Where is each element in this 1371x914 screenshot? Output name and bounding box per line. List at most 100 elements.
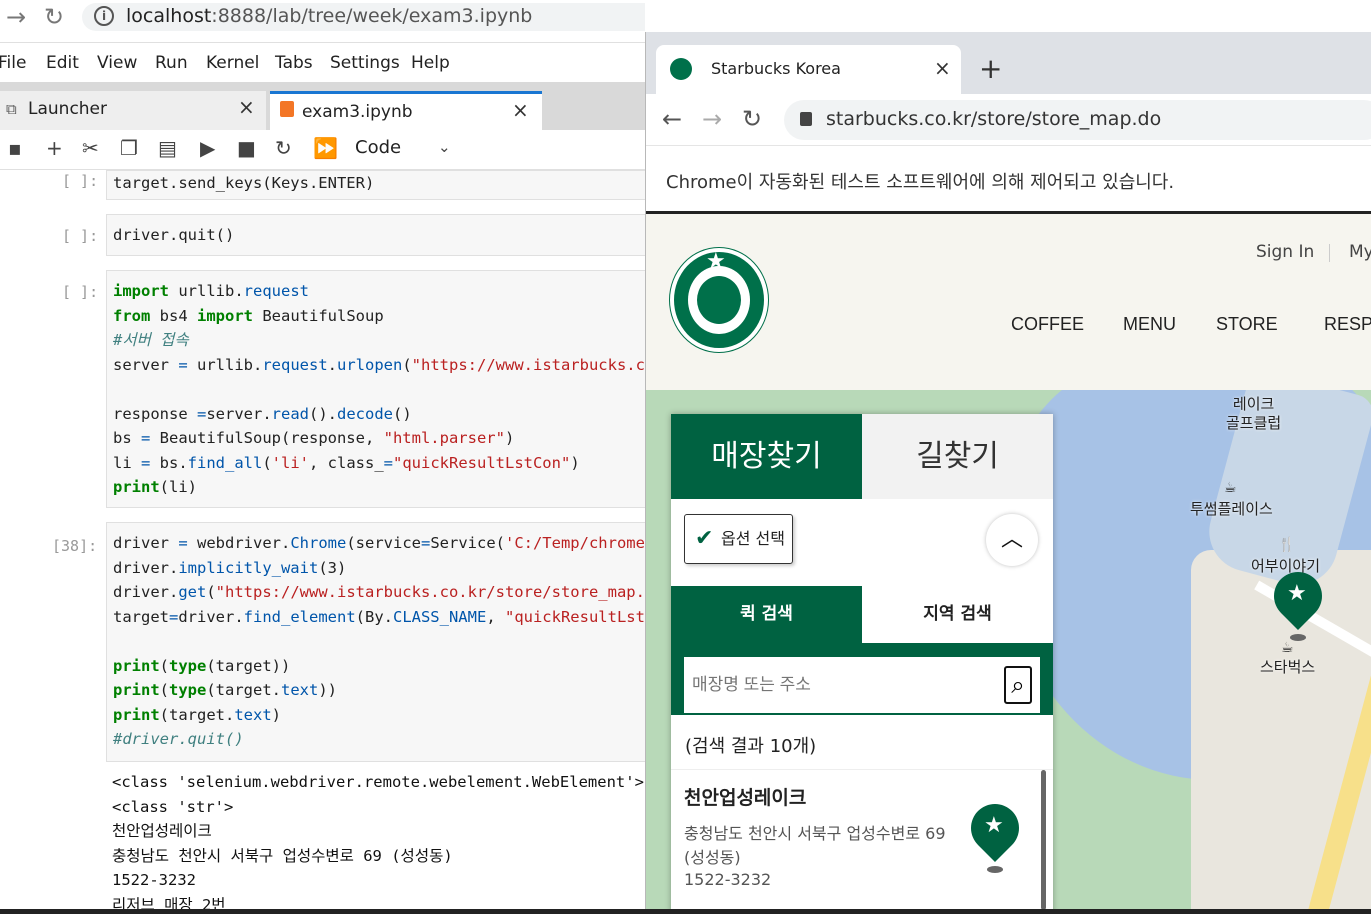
back-icon[interactable]: ← (662, 105, 682, 133)
taskbar-edge (0, 909, 1371, 914)
jupyter-tabbar: ⧉ Launcher × exam3.ipynb × (0, 82, 645, 130)
menu-settings[interactable]: Settings (330, 53, 400, 73)
output-line: <class 'str'> (112, 797, 234, 816)
store-phone: 1522-3232 (684, 870, 772, 889)
nav-resp[interactable]: RESP (1324, 314, 1371, 335)
left-url-field[interactable]: i localhost:8888/lab/tree/week/exam3.ipy… (82, 3, 645, 31)
lock-icon (800, 112, 812, 126)
tab-title: Starbucks Korea (711, 59, 841, 78)
divider (1329, 244, 1330, 262)
starbucks-favicon-icon (670, 58, 692, 80)
menu-help[interactable]: Help (411, 53, 450, 73)
cell-prompt: [ ]: (62, 283, 99, 301)
paste-icon[interactable]: ▤ (158, 136, 177, 160)
map-label-twosome: 투썸플레이스 (1190, 500, 1273, 518)
notebook-cells: [ ]: target.send_keys(Keys.ENTER) [ ]: d… (0, 170, 645, 914)
nav-coffee[interactable]: COFFEE (1011, 314, 1084, 335)
cell-type-select[interactable]: Code (355, 137, 401, 158)
tab-launcher[interactable]: ⧉ Launcher × (0, 91, 266, 130)
nav-menu[interactable]: MENU (1123, 314, 1176, 335)
menu-view[interactable]: View (97, 53, 137, 73)
chrome-url: starbucks.co.kr/store/store_map.do (826, 108, 1162, 130)
tab-find-store[interactable]: 매장찾기 (671, 414, 862, 499)
cell-output: <class 'selenium.webdriver.remote.webele… (112, 770, 644, 914)
chevron-down-icon[interactable]: ⌄ (438, 138, 451, 156)
tab-quick-search[interactable]: 퀵 검색 (671, 586, 862, 643)
my-link[interactable]: My (1349, 242, 1371, 262)
launcher-icon: ⧉ (6, 100, 17, 118)
starbucks-page: ★ Sign In My COFFEE MENU STORE RESP 레이크 … (646, 214, 1371, 914)
nav-store[interactable]: STORE (1216, 314, 1278, 335)
menu-kernel[interactable]: Kernel (206, 53, 259, 73)
cell-prompt: [ ]: (62, 172, 99, 190)
menu-run[interactable]: Run (155, 53, 188, 73)
store-search-input[interactable] (684, 657, 1040, 713)
close-icon[interactable]: × (512, 98, 529, 122)
check-icon: ✔ (695, 526, 714, 551)
restaurant-icon: 🍴 (1278, 537, 1296, 553)
store-address: 충청남도 천안시 서북구 업성수변로 69 (성성동) (684, 824, 946, 867)
code-cell[interactable]: target.send_keys(Keys.ENTER) (106, 170, 645, 200)
option-label: 옵션 선택 (721, 529, 785, 548)
chevron-up-icon[interactable]: ︿ (986, 514, 1038, 566)
forward-icon[interactable]: → (702, 105, 722, 133)
code-cell[interactable]: driver = webdriver.Chrome(service=Servic… (106, 522, 645, 762)
search-icon[interactable]: ⌕ (1004, 666, 1032, 704)
close-icon[interactable]: × (934, 56, 951, 80)
restart-icon[interactable]: ↻ (275, 136, 292, 160)
output-line: <class 'selenium.webdriver.remote.webele… (112, 773, 644, 791)
starbucks-logo[interactable]: ★ (670, 248, 768, 352)
sign-in-link[interactable]: Sign In (1256, 242, 1314, 262)
reload-icon[interactable]: ↻ (742, 105, 762, 133)
cell-prompt: [38]: (52, 537, 98, 555)
info-icon[interactable]: i (94, 6, 114, 26)
chrome-address-bar: ← → ↻ starbucks.co.kr/store/store_map.do (646, 94, 1371, 146)
store-search-panel: 매장찾기 길찾기 ✔ 옵션 선택 ︿ 퀵 검색 지역 검색 ⌕ (검색 결과 1… (671, 414, 1053, 914)
map-label-starbucks: 스타벅스 (1260, 658, 1316, 676)
save-icon[interactable]: ▪ (8, 136, 22, 160)
chrome-url-field[interactable]: starbucks.co.kr/store/store_map.do (784, 100, 1371, 140)
search-box: ⌕ (671, 643, 1053, 715)
run-all-icon[interactable]: ⏩ (313, 136, 338, 160)
tab-directions[interactable]: 길찾기 (862, 414, 1053, 499)
infobar-text: Chrome이 자동화된 테스트 소프트웨어에 의해 제어되고 있습니다. (666, 172, 1175, 193)
close-icon[interactable]: × (238, 95, 255, 119)
left-url: localhost:8888/lab/tree/week/exam3.ipynb (126, 5, 533, 27)
store-pin-icon: ★ (961, 794, 1029, 874)
code-cell[interactable]: import urllib.request from bs4 import Be… (106, 270, 645, 508)
cell-prompt: [ ]: (62, 227, 99, 245)
store-marker[interactable]: ★ (1264, 562, 1332, 642)
store-result-item[interactable]: 천안업성레이크 충청남도 천안시 서북구 업성수변로 69 (성성동) 1522… (671, 769, 1053, 914)
notebook-toolbar: ▪ + ✂ ❐ ▤ ▶ ■ ↻ ⏩ Code ⌄ (0, 130, 645, 170)
stop-icon[interactable]: ■ (237, 136, 256, 160)
chrome-tabstrip: Starbucks Korea × + (646, 32, 1371, 94)
menu-tabs[interactable]: Tabs (275, 53, 313, 73)
menu-edit[interactable]: Edit (46, 53, 79, 73)
cafe-icon: ☕ (1224, 480, 1237, 496)
new-tab-icon[interactable]: + (979, 52, 1002, 85)
tab-starbucks[interactable]: Starbucks Korea × (656, 45, 961, 94)
cut-icon[interactable]: ✂ (82, 136, 99, 160)
code-cell[interactable]: driver.quit() (106, 214, 645, 256)
output-line: 천안업성레이크 (112, 822, 212, 840)
map-label-golf: 레이크 골프클럽 (1226, 395, 1282, 432)
tab-region-search[interactable]: 지역 검색 (862, 586, 1053, 643)
automation-infobar: Chrome이 자동화된 테스트 소프트웨어에 의해 제어되고 있습니다. (646, 146, 1371, 214)
option-select-button[interactable]: ✔ 옵션 선택 (684, 514, 793, 564)
cafe-icon: ☕ (1281, 640, 1294, 656)
copy-icon[interactable]: ❐ (120, 136, 138, 160)
menu-file[interactable]: File (0, 53, 26, 73)
tab-exam3[interactable]: exam3.ipynb × (270, 91, 542, 130)
output-line: 1522-3232 (112, 871, 196, 889)
scrollbar[interactable] (1041, 770, 1046, 910)
result-count: (검색 결과 10개) (685, 736, 817, 757)
add-cell-icon[interactable]: + (46, 136, 63, 160)
run-icon[interactable]: ▶ (200, 136, 215, 160)
jupyter-menubar: File Edit View Run Kernel Tabs Settings … (0, 42, 645, 82)
left-address-bar: → ↻ i localhost:8888/lab/tree/week/exam3… (0, 0, 645, 36)
tab-exam3-label: exam3.ipynb (302, 102, 413, 122)
jupyter-window: → ↻ i localhost:8888/lab/tree/week/exam3… (0, 0, 645, 914)
site-header: ★ Sign In My COFFEE MENU STORE RESP (646, 214, 1371, 390)
forward-icon[interactable]: → (6, 3, 26, 31)
reload-icon[interactable]: ↻ (44, 3, 64, 31)
